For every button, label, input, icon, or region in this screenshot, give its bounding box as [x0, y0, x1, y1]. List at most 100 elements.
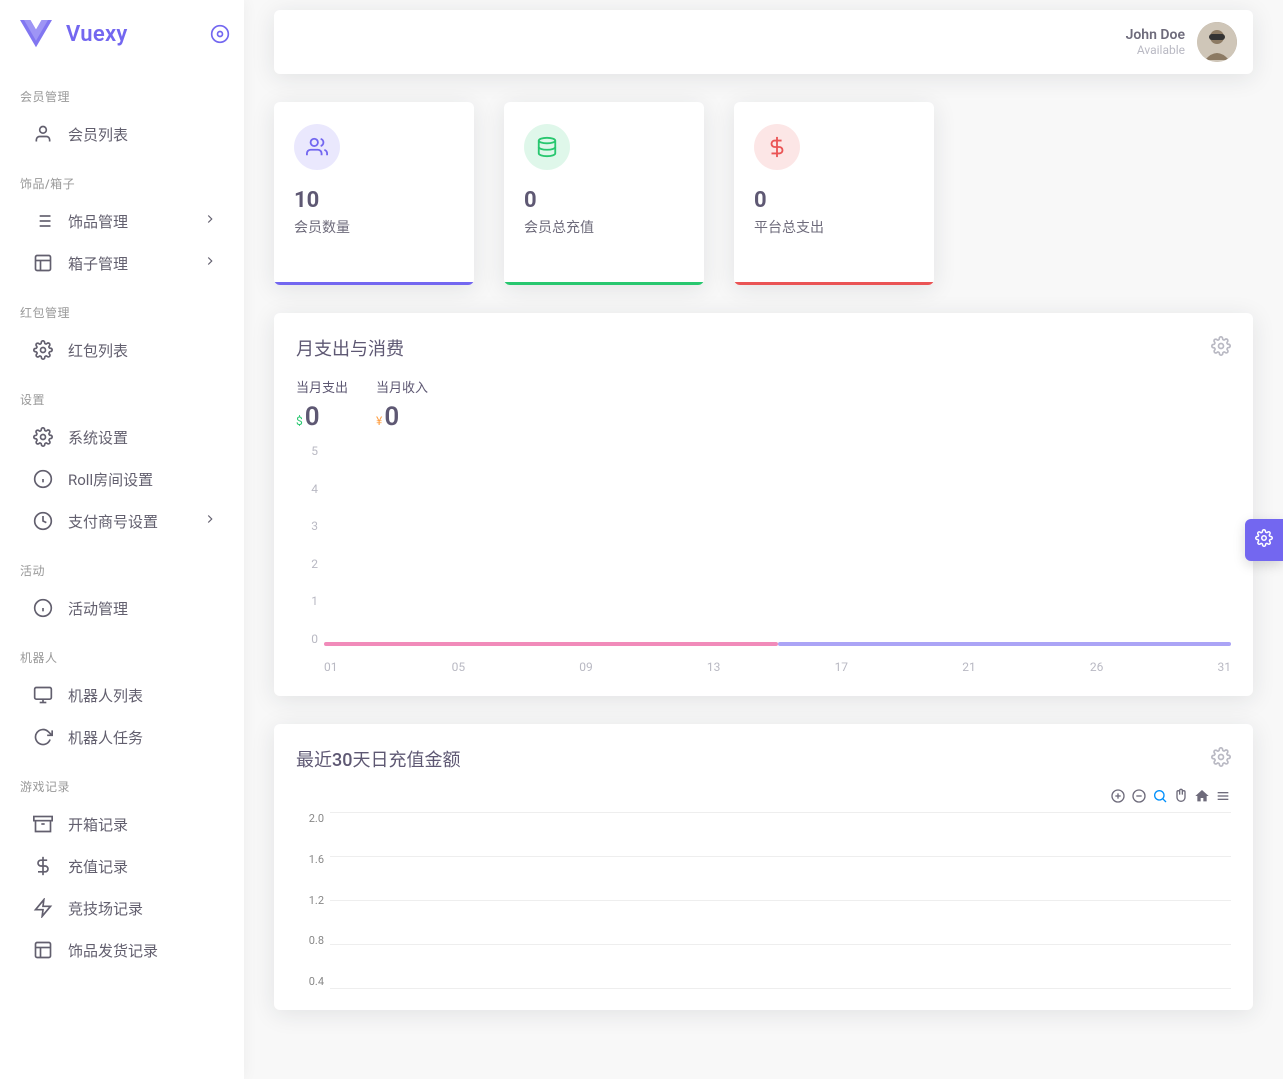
- main-content: John Doe Available 10 会员数量 0 会员总充值 0 平台总支出 月支…: [244, 0, 1283, 1079]
- nav-item[interactable]: 机器人列表: [12, 674, 232, 716]
- nav-item-label: 机器人列表: [68, 685, 143, 706]
- y-tick-label: 0.8: [296, 934, 324, 947]
- nav-item-label: 竞技场记录: [68, 898, 143, 919]
- zoom-select-icon[interactable]: [1152, 788, 1168, 804]
- nav-section-title: 饰品/箱子: [0, 155, 244, 200]
- nav-item[interactable]: 系统设置: [12, 416, 232, 458]
- info-icon: [32, 468, 54, 490]
- nav-section-title: 设置: [0, 371, 244, 416]
- nav-item-label: 支付商号设置: [68, 511, 158, 532]
- sidebar-header: Vuexy: [0, 0, 244, 68]
- gear-icon: [32, 339, 54, 361]
- pan-icon[interactable]: [1173, 788, 1189, 804]
- nav-item[interactable]: 饰品管理: [12, 200, 232, 242]
- zoom-out-icon[interactable]: [1131, 788, 1147, 804]
- recharge-chart-title: 最近30天日充值金额: [296, 746, 460, 772]
- recharge-chart: 2.01.61.20.80.4: [296, 788, 1231, 988]
- y-tick-label: 0: [296, 632, 318, 646]
- stat-value: 0: [524, 188, 684, 213]
- chevron-right-icon: [203, 512, 217, 530]
- stat-value: 10: [294, 188, 454, 213]
- card-settings-button[interactable]: [1211, 336, 1231, 360]
- subtotal-value: 0: [305, 402, 320, 432]
- subtotal-label: 当月支出: [296, 377, 348, 396]
- brand-link[interactable]: Vuexy: [20, 20, 128, 48]
- nav-item[interactable]: 竞技场记录: [12, 887, 232, 929]
- nav-item-label: 机器人任务: [68, 727, 143, 748]
- x-tick-label: 26: [1090, 660, 1104, 674]
- chevron-right-icon: [203, 212, 217, 230]
- currency-symbol: $: [296, 414, 303, 428]
- info-icon: [32, 597, 54, 619]
- zoom-in-icon[interactable]: [1110, 788, 1126, 804]
- x-tick-label: 21: [962, 660, 976, 674]
- refresh-icon: [32, 726, 54, 748]
- monitor-icon: [32, 684, 54, 706]
- currency-symbol: ¥: [376, 414, 382, 428]
- x-tick-label: 17: [835, 660, 849, 674]
- home-icon[interactable]: [1194, 788, 1210, 804]
- stats-row: 10 会员数量 0 会员总充值 0 平台总支出: [274, 102, 1253, 285]
- menu-icon[interactable]: [1215, 788, 1231, 804]
- monthly-chart-title: 月支出与消费: [296, 335, 404, 361]
- layout-icon: [32, 252, 54, 274]
- y-tick-label: 1.2: [296, 894, 324, 907]
- layout-icon: [32, 939, 54, 961]
- x-tick-label: 31: [1217, 660, 1231, 674]
- sidebar-collapse-button[interactable]: [210, 24, 230, 44]
- nav-item[interactable]: 饰品发货记录: [12, 929, 232, 971]
- chevron-right-icon: [203, 254, 217, 272]
- nav-section-title: 会员管理: [0, 68, 244, 113]
- brand-name: Vuexy: [66, 22, 128, 47]
- user-icon: [32, 123, 54, 145]
- nav-item-label: 会员列表: [68, 124, 128, 145]
- user-menu[interactable]: John Doe Available: [1126, 22, 1237, 62]
- stat-label: 会员数量: [294, 217, 454, 237]
- nav-item[interactable]: 会员列表: [12, 113, 232, 155]
- archive-icon: [32, 813, 54, 835]
- y-tick-label: 0.4: [296, 975, 324, 988]
- y-tick-label: 4: [296, 482, 318, 496]
- nav-item[interactable]: 开箱记录: [12, 803, 232, 845]
- stat-value: 0: [754, 188, 914, 213]
- floating-settings-button[interactable]: [1245, 519, 1283, 561]
- gear-icon: [32, 426, 54, 448]
- subtotal: 当月支出 $0: [296, 377, 348, 432]
- user-status: Available: [1126, 43, 1185, 57]
- subtotal: 当月收入¥0: [376, 377, 428, 432]
- list-icon: [32, 210, 54, 232]
- nav-item[interactable]: 活动管理: [12, 587, 232, 629]
- nav-item-label: 饰品发货记录: [68, 940, 158, 961]
- x-tick-label: 09: [579, 660, 593, 674]
- user-name: John Doe: [1126, 27, 1185, 43]
- y-tick-label: 5: [296, 444, 318, 458]
- subtotals-row: 当月支出 $0 当月收入 ¥0: [296, 377, 1231, 432]
- nav-item[interactable]: Roll房间设置: [12, 458, 232, 500]
- nav-section-title: 红包管理: [0, 284, 244, 329]
- stat-label: 会员总充值: [524, 217, 684, 237]
- nav-item-label: 充值记录: [68, 856, 128, 877]
- chart-data-lines: [324, 642, 1231, 646]
- nav-item[interactable]: 支付商号设置: [12, 500, 232, 542]
- y-tick-label: 2: [296, 557, 318, 571]
- monthly-chart-card: 月支出与消费 当月支出$0当月收入¥0 543210 0105091317212…: [274, 313, 1253, 696]
- nav-item[interactable]: 充值记录: [12, 845, 232, 887]
- nav-item-label: 开箱记录: [68, 814, 128, 835]
- nav-item[interactable]: 箱子管理: [12, 242, 232, 284]
- card-settings-button[interactable]: [1211, 747, 1231, 771]
- brand-logo-icon: [20, 20, 52, 48]
- zap-icon: [32, 897, 54, 919]
- x-tick-label: 01: [324, 660, 338, 674]
- x-tick-label: 13: [707, 660, 721, 674]
- nav-section-title: 游戏记录: [0, 758, 244, 803]
- nav-item[interactable]: 红包列表: [12, 329, 232, 371]
- nav-item-label: 箱子管理: [68, 253, 128, 274]
- sidebar: Vuexy 会员管理会员列表饰品/箱子饰品管理箱子管理红包管理红包列表设置系统设…: [0, 0, 244, 1079]
- stat-label: 平台总支出: [754, 217, 914, 237]
- subtotal-label: 当月收入: [376, 377, 428, 396]
- chart-toolbar: [1110, 788, 1231, 804]
- nav-item-label: 系统设置: [68, 427, 128, 448]
- nav-item[interactable]: 机器人任务: [12, 716, 232, 758]
- monthly-chart: 543210 0105091317212631: [296, 444, 1231, 674]
- recharge-chart-card: 最近30天日充值金额 2.01.61.20.80.4: [274, 724, 1253, 1010]
